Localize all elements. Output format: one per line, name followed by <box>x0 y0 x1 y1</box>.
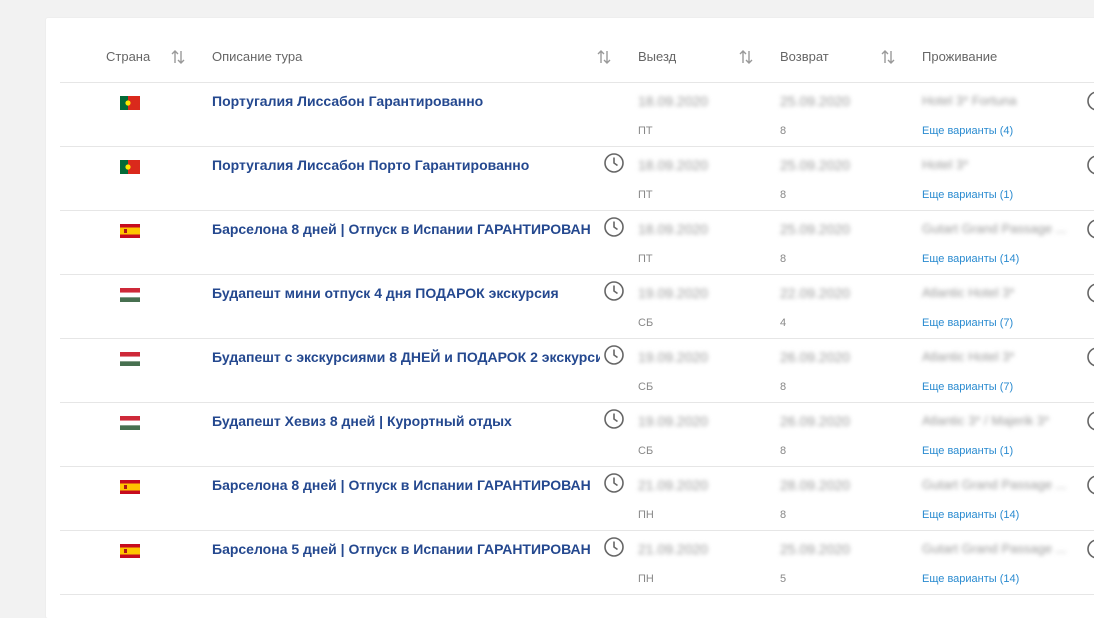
table-row: Будапешт Хевиз 8 дней | Курортный отдых 1… <box>46 403 1094 467</box>
clock-icon[interactable] <box>1086 90 1094 112</box>
clock-icon[interactable] <box>1086 346 1094 368</box>
nights-count: 8 <box>780 445 787 457</box>
sort-country-icon[interactable] <box>170 47 186 67</box>
departure-date: 18.09.2020 <box>638 93 709 109</box>
nights-count: 8 <box>780 509 787 521</box>
hotel-name: Atlantic Hotel 3* <box>922 285 1015 300</box>
clock-icon[interactable] <box>1086 410 1094 432</box>
sort-departure-icon[interactable] <box>738 47 754 67</box>
flag-spain-icon <box>120 224 140 238</box>
more-options-link[interactable]: Еще варианты (1) <box>922 189 1013 201</box>
table-row: Барселона 8 дней | Отпуск в Испании ГАРА… <box>46 467 1094 531</box>
more-options-link[interactable]: Еще варианты (7) <box>922 317 1013 329</box>
table-row: Барселона 5 дней | Отпуск в Испании ГАРА… <box>46 531 1094 595</box>
return-date: 26.09.2020 <box>780 413 851 429</box>
column-departure: Выезд <box>638 49 677 64</box>
tour-title-link[interactable]: Будапешт Хевиз 8 дней | Курортный отдых <box>212 413 600 429</box>
hotel-name: Gutart Grand Passage ... <box>922 541 1067 556</box>
flag-hungary-icon <box>120 352 140 366</box>
row-divider <box>60 594 1094 595</box>
tour-title-link[interactable]: Португалия Лиссабон Порто Гарантированно <box>212 157 600 173</box>
clock-icon[interactable] <box>1086 154 1094 176</box>
table-row: Будапешт мини отпуск 4 дня ПОДАРОК экску… <box>46 275 1094 339</box>
more-options-link[interactable]: Еще варианты (14) <box>922 253 1019 265</box>
clock-icon[interactable] <box>1086 474 1094 496</box>
departure-weekday: ПТ <box>638 253 653 265</box>
flag-spain-icon <box>120 480 140 494</box>
tour-title-link[interactable]: Барселона 5 дней | Отпуск в Испании ГАРА… <box>212 541 600 557</box>
clock-icon[interactable] <box>603 152 625 174</box>
flag-portugal-icon <box>120 160 140 174</box>
table-row: Будапешт с экскурсиями 8 ДНЕЙ и ПОДАРОК … <box>46 339 1094 403</box>
clock-icon[interactable] <box>1086 538 1094 560</box>
nights-count: 5 <box>780 573 787 585</box>
return-date: 22.09.2020 <box>780 285 851 301</box>
sort-return-icon[interactable] <box>880 47 896 67</box>
tour-title-link[interactable]: Барселона 8 дней | Отпуск в Испании ГАРА… <box>212 221 600 237</box>
departure-weekday: ПТ <box>638 125 653 137</box>
departure-weekday: ПН <box>638 509 654 521</box>
hotel-name: Atlantic 3* / Majerik 3* <box>922 413 1050 428</box>
hotel-name: Atlantic Hotel 3* <box>922 349 1015 364</box>
clock-icon[interactable] <box>603 536 625 558</box>
flag-portugal-icon <box>120 96 140 110</box>
departure-weekday: СБ <box>638 445 654 457</box>
tour-title-link[interactable]: Будапешт мини отпуск 4 дня ПОДАРОК экску… <box>212 285 600 301</box>
tour-title-link[interactable]: Будапешт с экскурсиями 8 ДНЕЙ и ПОДАРОК … <box>212 349 600 365</box>
departure-date: 21.09.2020 <box>638 477 709 493</box>
departure-weekday: СБ <box>638 381 654 393</box>
return-date: 25.09.2020 <box>780 221 851 237</box>
more-options-link[interactable]: Еще варианты (1) <box>922 445 1013 457</box>
flag-hungary-icon <box>120 288 140 302</box>
departure-weekday: ПТ <box>638 189 653 201</box>
return-date: 25.09.2020 <box>780 157 851 173</box>
more-options-link[interactable]: Еще варианты (7) <box>922 381 1013 393</box>
return-date: 25.09.2020 <box>780 541 851 557</box>
flag-spain-icon <box>120 544 140 558</box>
column-country: Страна <box>106 49 151 64</box>
clock-icon[interactable] <box>603 216 625 238</box>
more-options-link[interactable]: Еще варианты (14) <box>922 509 1019 521</box>
nights-count: 8 <box>780 125 787 137</box>
departure-weekday: СБ <box>638 317 654 329</box>
more-options-link[interactable]: Еще варианты (14) <box>922 573 1019 585</box>
clock-icon[interactable] <box>603 408 625 430</box>
column-accommodation: Проживание <box>922 49 998 64</box>
table-row: Португалия Лиссабон Гарантированно 18.09.… <box>46 83 1094 147</box>
departure-date: 19.09.2020 <box>638 285 709 301</box>
return-date: 25.09.2020 <box>780 93 851 109</box>
tour-table-card: Страна Описание тура Выезд Возврат Прожи… <box>46 18 1094 618</box>
departure-date: 18.09.2020 <box>638 221 709 237</box>
hotel-name: Hotel 3* <box>922 157 969 172</box>
departure-date: 18.09.2020 <box>638 157 709 173</box>
nights-count: 8 <box>780 189 787 201</box>
return-date: 26.09.2020 <box>780 349 851 365</box>
tour-title-link[interactable]: Барселона 8 дней | Отпуск в Испании ГАРА… <box>212 477 600 493</box>
tour-title-link[interactable]: Португалия Лиссабон Гарантированно <box>212 93 600 109</box>
flag-hungary-icon <box>120 416 140 430</box>
more-options-link[interactable]: Еще варианты (4) <box>922 125 1013 137</box>
sort-description-icon[interactable] <box>596 47 612 67</box>
clock-icon[interactable] <box>603 280 625 302</box>
nights-count: 8 <box>780 381 787 393</box>
column-description: Описание тура <box>212 49 303 64</box>
clock-icon[interactable] <box>1086 282 1094 304</box>
table-header: Страна Описание тура Выезд Возврат Прожи… <box>46 18 1094 82</box>
hotel-name: Gutart Grand Passage ... <box>922 221 1067 236</box>
hotel-name: Hotel 3* Fortuna <box>922 93 1017 108</box>
table-row: Барселона 8 дней | Отпуск в Испании ГАРА… <box>46 211 1094 275</box>
return-date: 28.09.2020 <box>780 477 851 493</box>
table-row: Португалия Лиссабон Порто Гарантированно… <box>46 147 1094 211</box>
nights-count: 8 <box>780 253 787 265</box>
departure-date: 21.09.2020 <box>638 541 709 557</box>
nights-count: 4 <box>780 317 787 329</box>
departure-date: 19.09.2020 <box>638 349 709 365</box>
departure-weekday: ПН <box>638 573 654 585</box>
hotel-name: Gutart Grand Passage ... <box>922 477 1067 492</box>
clock-icon[interactable] <box>603 344 625 366</box>
clock-icon[interactable] <box>603 472 625 494</box>
clock-icon[interactable] <box>1086 218 1094 240</box>
column-return: Возврат <box>780 49 829 64</box>
departure-date: 19.09.2020 <box>638 413 709 429</box>
